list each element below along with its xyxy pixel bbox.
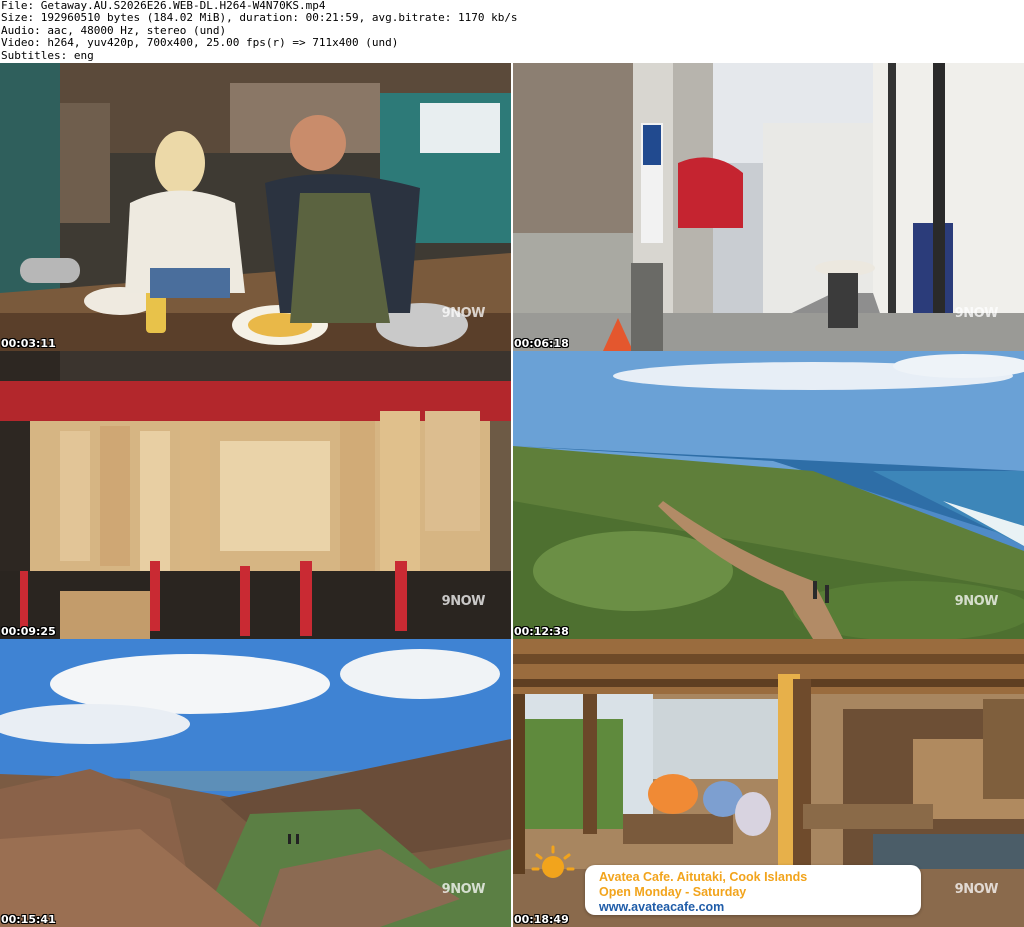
file-size-line: Size: 192960510 bytes (184.02 MiB), dura… [1,11,518,25]
coastal-trail-image [513,351,1024,639]
nine-now-logo: 9NOW [441,594,486,609]
thumbnail-street[interactable]: 9NOW 00:06:18 [513,63,1024,351]
nine-now-logo: 9NOW [954,594,999,609]
nine-now-logo: 9NOW [441,882,486,897]
thumbnail-timestamp: 00:18:49 [514,913,569,926]
thumbnail-cafe-terrace[interactable]: Avatea Cafe. Aitutaki, Cook Islands Open… [513,639,1024,927]
ema-plaques-image [0,351,511,639]
rocky-gorge-image [0,639,511,927]
caption-lower-third: Avatea Cafe. Aitutaki, Cook Islands Open… [585,865,921,915]
caption-hours: Open Monday - Saturday [599,885,747,899]
thumbnail-timestamp: 00:12:38 [514,625,569,638]
kitchen-scene-image [0,63,511,351]
thumbnail-timestamp: 00:03:11 [1,337,56,350]
street-scene-image [513,63,1024,351]
thumbnail-timestamp: 00:06:18 [514,337,569,350]
thumbnail-timestamp: 00:15:41 [1,913,56,926]
caption-venue: Avatea Cafe. Aitutaki, Cook Islands [599,870,808,884]
sun-graphic-icon [531,843,589,885]
file-info-header: File: Getaway.AU.S2026E26.WEB-DL.H264-W4… [0,0,1024,62]
nine-now-logo: 9NOW [954,882,999,897]
nine-now-logo: 9NOW [954,306,999,321]
thumbnail-timestamp: 00:09:25 [1,625,56,638]
thumbnail-ema-plaques[interactable]: 9NOW 00:09:25 [0,351,511,639]
video-info-line: Video: h264, yuv420p, 700x400, 25.00 fps… [1,36,399,50]
caption-website: www.avateacafe.com [599,900,725,914]
thumbnail-rocky-gorge[interactable]: 9NOW 00:15:41 [0,639,511,927]
thumbnail-kitchen[interactable]: 9NOW 00:03:11 [0,63,511,351]
thumbnail-coastal-trail[interactable]: 9NOW 00:12:38 [513,351,1024,639]
nine-now-logo: 9NOW [441,306,486,321]
subtitles-line: Subtitles: eng [1,48,94,62]
